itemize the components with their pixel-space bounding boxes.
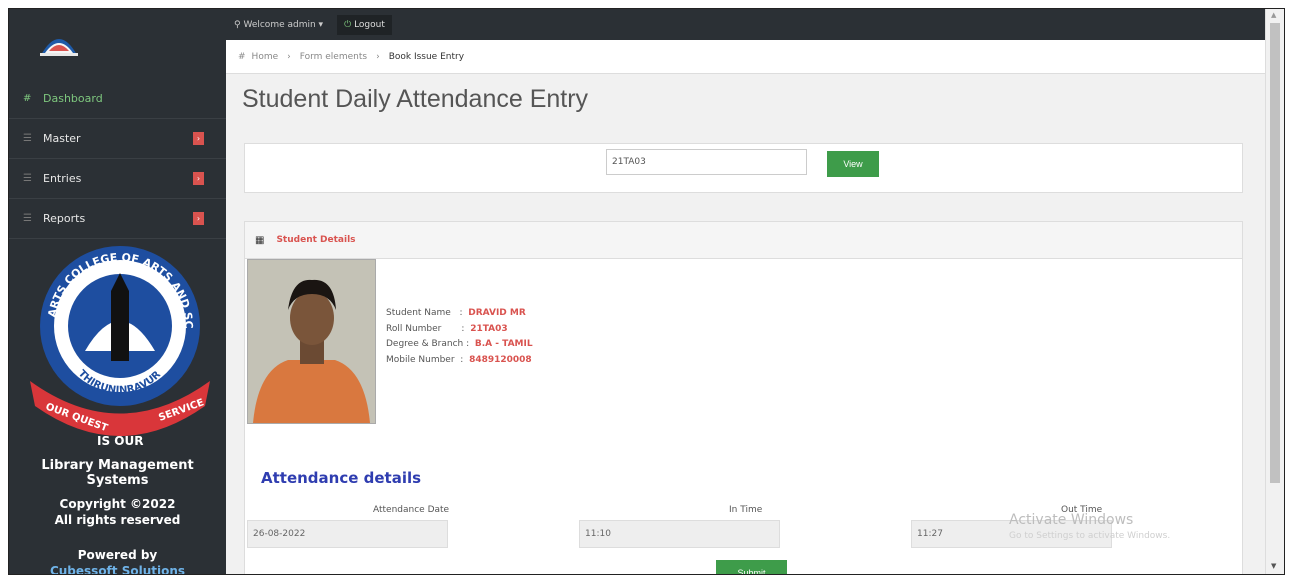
list-icon: ☰ [23, 173, 32, 184]
expand-badge: › [193, 172, 204, 185]
user-menu[interactable]: ⚲ Welcome admin ▾ [234, 20, 323, 30]
dashboard-icon: # [23, 93, 32, 104]
panel-title: Student Details [276, 235, 356, 245]
in-time-label: In Time [729, 505, 763, 515]
app-window: # Dashboard ☰ Master › ☰ Entries › ☰ Rep… [8, 8, 1285, 575]
attendance-date-label: Attendance Date [373, 505, 450, 515]
caret-down-icon: ▾ [315, 19, 324, 30]
in-time-field[interactable]: 11:10 [579, 520, 780, 548]
field-roll-number: Roll Number : 21TA03 [386, 323, 508, 334]
attendance-title: Attendance details [261, 469, 422, 487]
field-degree-branch: Degree & Branch : B.A - TAMIL [386, 339, 533, 349]
sidebar-item-entries[interactable]: ☰ Entries › [9, 159, 226, 199]
roll-number-input[interactable] [606, 149, 807, 175]
view-button[interactable]: View [827, 151, 879, 177]
college-seal-logo: ARTS COLLEGE OF ARTS AND SCIENCE THIRUNI… [25, 231, 210, 448]
sidebar-item-dashboard[interactable]: # Dashboard [9, 79, 226, 119]
seal-ribbon-bottom: IS OUR [97, 434, 143, 448]
chevron-right-icon: › [287, 51, 291, 62]
list-icon: ☰ [23, 133, 32, 144]
app-title: Library Management Systems [41, 458, 194, 488]
breadcrumb-current: Book Issue Entry [388, 51, 465, 62]
list-icon: ☰ [23, 213, 32, 224]
expand-badge: › [193, 212, 204, 225]
home-icon: # [238, 51, 246, 62]
copyright: Copyright ©2022 All rights reserved [54, 497, 181, 527]
attendance-date-field[interactable]: 26-08-2022 [247, 520, 448, 548]
vertical-scrollbar[interactable]: ▲ ▼ [1265, 9, 1284, 574]
sidebar-item-master[interactable]: ☰ Master › [9, 119, 226, 159]
grid-icon: ▦ [255, 234, 265, 246]
search-panel: View [244, 143, 1243, 193]
sidebar-logo[interactable] [9, 9, 226, 79]
scrollbar-thumb[interactable] [1270, 23, 1280, 483]
logo-icon [40, 39, 78, 56]
logout-button[interactable]: ⏻ Logout [337, 14, 392, 35]
scroll-down-icon[interactable]: ▼ [1271, 562, 1276, 570]
scroll-up-icon[interactable]: ▲ [1271, 11, 1276, 19]
student-photo [247, 259, 376, 424]
submit-button[interactable]: Submit [716, 560, 787, 574]
sidebar: # Dashboard ☰ Master › ☰ Entries › ☰ Rep… [9, 9, 226, 574]
field-mobile-number: Mobile Number : 8489120008 [386, 354, 532, 365]
field-student-name: Student Name : DRAVID MR [386, 308, 526, 318]
powered-by: Powered by Cubessoft Solutions [9, 547, 226, 574]
activate-windows-watermark: Activate Windows [1009, 512, 1134, 528]
company-link[interactable]: Cubessoft Solutions [9, 563, 226, 574]
top-navbar: ⚲ Welcome admin ▾ ⏻ Logout [226, 9, 1284, 40]
student-details: Student Name : DRAVID MR Roll Number : 2… [386, 306, 533, 368]
page-title: Student Daily Attendance Entry [242, 85, 589, 113]
chevron-right-icon: › [376, 51, 380, 62]
breadcrumb-section[interactable]: Form elements [300, 52, 367, 62]
breadcrumb-home[interactable]: Home [252, 52, 279, 62]
expand-badge: › [193, 132, 204, 145]
logout-icon: ⏻ [344, 19, 355, 30]
activate-windows-hint: Go to Settings to activate Windows. [1009, 531, 1171, 541]
panel-header: ▦ Student Details [245, 222, 1242, 259]
breadcrumb: # Home › Form elements › Book Issue Entr… [226, 40, 1266, 74]
